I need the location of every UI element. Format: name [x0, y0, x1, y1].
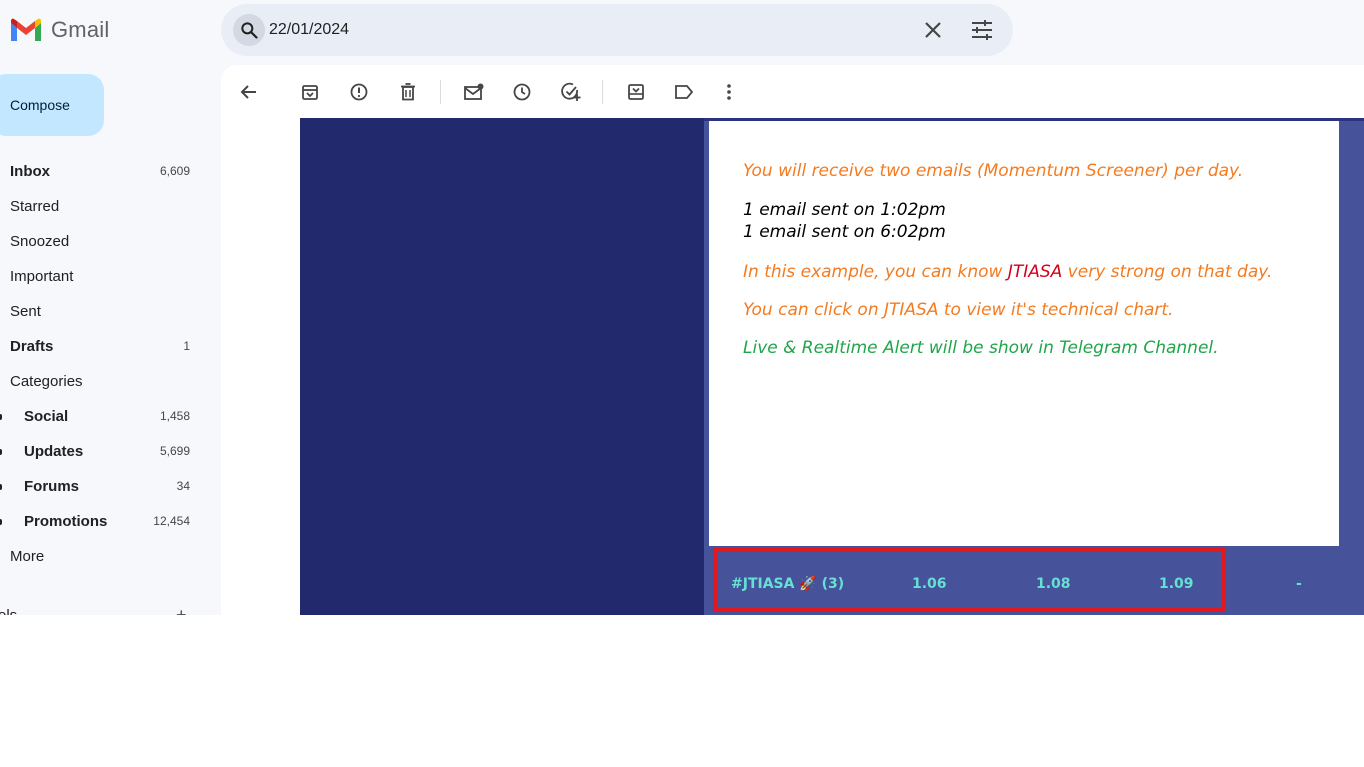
sidebar-item-updates[interactable]: Updates 5,699 [0, 433, 200, 468]
sidebar-item-promotions[interactable]: Promotions 12,454 [0, 503, 200, 538]
updates-icon [0, 449, 2, 455]
add-to-tasks-icon[interactable] [560, 81, 582, 103]
sidebar-item-snoozed[interactable]: Snoozed [0, 223, 200, 258]
sidebar-item-social[interactable]: Social 1,458 [0, 398, 200, 433]
email-explanation-card: You will receive two emails (Momentum Sc… [709, 121, 1339, 546]
label-tag-icon[interactable] [673, 81, 695, 103]
social-icon [0, 414, 2, 420]
email-text-line: In this example, you can know JTIASA ver… [743, 262, 1272, 282]
ticker-cell[interactable]: #JTIASA 🚀 (3) [731, 576, 844, 592]
delete-icon[interactable] [397, 81, 419, 103]
add-label-button[interactable]: + [176, 605, 187, 615]
report-spam-icon[interactable] [348, 81, 370, 103]
back-arrow-icon[interactable] [238, 81, 260, 103]
price-cell: - [1296, 576, 1302, 592]
toolbar-divider [602, 80, 603, 104]
gmail-logo[interactable]: Gmail [9, 15, 109, 45]
snooze-clock-icon[interactable] [511, 81, 533, 103]
sidebar-item-inbox[interactable]: Inbox 6,609 [0, 153, 200, 188]
more-options-icon[interactable] [718, 81, 740, 103]
gmail-m-icon [11, 18, 41, 41]
sidebar-item-drafts[interactable]: Drafts 1 [0, 328, 200, 363]
search-icon[interactable] [233, 14, 265, 46]
message-panel: You will receive two emails (Momentum Sc… [221, 65, 1364, 615]
gmail-logo-text: Gmail [51, 17, 110, 42]
sidebar-nav: Inbox 6,609 Starred Snoozed Important Se… [0, 153, 200, 573]
sidebar-item-more[interactable]: More [0, 538, 200, 573]
search-bar[interactable]: 22/01/2024 [221, 4, 1013, 56]
email-body-content: You will receive two emails (Momentum Sc… [704, 118, 1364, 615]
price-cell: 1.08 [1036, 576, 1071, 592]
forums-icon [0, 484, 2, 490]
move-to-icon[interactable] [625, 81, 647, 103]
sidebar-item-forums[interactable]: Forums 34 [0, 468, 200, 503]
price-cell: 1.09 [1159, 576, 1194, 592]
email-text-line: 1 email sent on 6:02pm [743, 222, 946, 242]
email-body-left-panel [300, 118, 704, 615]
sidebar-item-important[interactable]: Important [0, 258, 200, 293]
archive-icon[interactable] [299, 81, 321, 103]
email-text-line: 1 email sent on 1:02pm [743, 200, 946, 220]
search-input[interactable]: 22/01/2024 [269, 21, 349, 39]
promotions-icon [0, 519, 2, 525]
sidebar-item-sent[interactable]: Sent [0, 293, 200, 328]
email-text-fragment: In this example, you can know [743, 262, 1008, 282]
mark-unread-icon[interactable] [463, 81, 485, 103]
email-text-line: You will receive two emails (Momentum Sc… [743, 161, 1244, 181]
price-cell: 1.06 [912, 576, 947, 592]
email-text-line: You can click on JTIASA to view it's tec… [743, 300, 1174, 320]
gmail-app: Gmail 22/01/2024 Compose Inbox 6,609 Sta… [0, 0, 1364, 615]
email-text-line: Live & Realtime Alert will be show in Te… [743, 338, 1219, 358]
message-toolbar [221, 65, 1364, 118]
sidebar-item-starred[interactable]: Starred [0, 188, 200, 223]
toolbar-divider [440, 80, 441, 104]
email-text-fragment: very strong on that day. [1062, 262, 1273, 282]
compose-button[interactable]: Compose [0, 74, 104, 136]
sidebar-item-categories[interactable]: Categories [0, 363, 200, 398]
compose-label: Compose [10, 97, 70, 113]
labels-heading: els [0, 607, 17, 615]
ticker-link[interactable]: JTIASA [1008, 262, 1062, 282]
labels-header: els + [0, 603, 198, 615]
search-options-icon[interactable] [970, 18, 994, 42]
close-icon[interactable] [921, 18, 945, 42]
